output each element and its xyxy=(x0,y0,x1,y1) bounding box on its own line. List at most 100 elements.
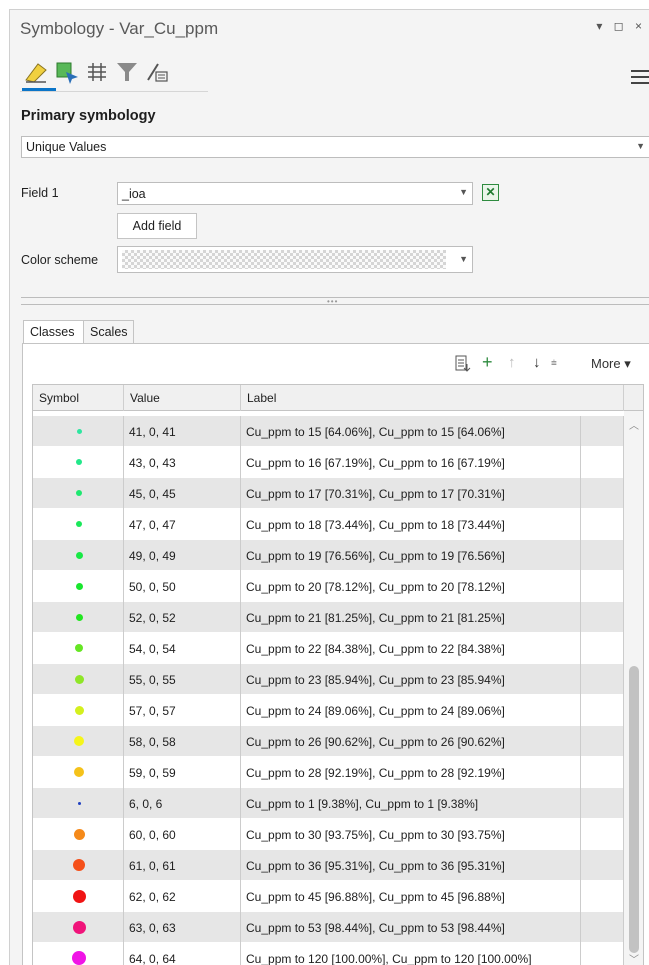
value-cell[interactable]: 57, 0, 57 xyxy=(124,695,241,726)
point-symbol-icon[interactable] xyxy=(76,521,82,527)
symbol-cell[interactable] xyxy=(33,571,124,602)
add-field-button[interactable]: Add field xyxy=(117,213,197,239)
move-down-icon[interactable]: ↓ xyxy=(533,354,541,371)
point-symbol-icon[interactable] xyxy=(76,459,82,465)
pane-splitter[interactable]: ••• xyxy=(21,297,649,306)
point-symbol-icon[interactable] xyxy=(74,736,84,746)
table-row[interactable]: 45, 0, 45 Cu_ppm to 17 [70.31%], Cu_ppm t… xyxy=(33,478,624,509)
value-cell[interactable]: 49, 0, 49 xyxy=(124,540,241,571)
label-cell[interactable]: Cu_ppm to 26 [90.62%], Cu_ppm to 26 [90.… xyxy=(241,726,581,757)
point-symbol-icon[interactable] xyxy=(76,428,82,434)
label-cell[interactable]: Cu_ppm to 22 [84.38%], Cu_ppm to 22 [84.… xyxy=(241,633,581,664)
menu-icon[interactable] xyxy=(631,70,649,84)
label-cell[interactable]: Cu_ppm to 30 [93.75%], Cu_ppm to 30 [93.… xyxy=(241,819,581,850)
symbol-layers-icon[interactable] xyxy=(84,60,110,84)
label-cell[interactable]: Cu_ppm to 24 [89.06%], Cu_ppm to 24 [89.… xyxy=(241,695,581,726)
scroll-up-icon[interactable]: ︿ xyxy=(629,417,639,432)
table-row[interactable]: 50, 0, 50 Cu_ppm to 20 [78.12%], Cu_ppm t… xyxy=(33,571,624,602)
table-row[interactable]: 49, 0, 49 Cu_ppm to 19 [76.56%], Cu_ppm t… xyxy=(33,540,624,571)
label-cell[interactable]: Cu_ppm to 120 [100.00%], Cu_ppm to 120 [… xyxy=(241,943,581,965)
value-cell[interactable]: 63, 0, 63 xyxy=(124,912,241,943)
symbol-cell[interactable] xyxy=(33,633,124,664)
label-cell[interactable]: Cu_ppm to 19 [76.56%], Cu_ppm to 19 [76.… xyxy=(241,540,581,571)
more-menu-button[interactable]: More ▾ xyxy=(591,356,631,372)
table-row[interactable]: 43, 0, 43 Cu_ppm to 16 [67.19%], Cu_ppm t… xyxy=(33,447,624,478)
table-row[interactable]: 55, 0, 55 Cu_ppm to 23 [85.94%], Cu_ppm t… xyxy=(33,664,624,695)
value-cell[interactable]: 61, 0, 61 xyxy=(124,850,241,881)
point-symbol-icon[interactable] xyxy=(75,551,83,559)
point-symbol-icon[interactable] xyxy=(75,644,83,652)
point-symbol-icon[interactable] xyxy=(75,582,83,590)
value-cell[interactable]: 43, 0, 43 xyxy=(124,447,241,478)
value-cell[interactable]: 41, 0, 41 xyxy=(124,416,241,447)
value-cell[interactable]: 50, 0, 50 xyxy=(124,571,241,602)
value-cell[interactable]: 62, 0, 62 xyxy=(124,881,241,912)
label-cell[interactable]: Cu_ppm to 20 [78.12%], Cu_ppm to 20 [78.… xyxy=(241,571,581,602)
vary-symbology-icon[interactable] xyxy=(54,60,80,84)
point-symbol-icon[interactable] xyxy=(74,674,84,684)
symbol-cell[interactable] xyxy=(33,726,124,757)
filter-icon[interactable] xyxy=(114,60,140,84)
label-cell[interactable]: Cu_ppm to 53 [98.44%], Cu_ppm to 53 [98.… xyxy=(241,912,581,943)
field1-dropdown[interactable]: _ioa ▼ xyxy=(117,182,473,205)
table-row[interactable]: 61, 0, 61 Cu_ppm to 36 [95.31%], Cu_ppm t… xyxy=(33,850,624,881)
label-cell[interactable]: Cu_ppm to 17 [70.31%], Cu_ppm to 17 [70.… xyxy=(241,478,581,509)
symbol-cell[interactable] xyxy=(33,695,124,726)
point-symbol-icon[interactable] xyxy=(72,889,86,903)
value-cell[interactable]: 6, 0, 6 xyxy=(124,788,241,819)
label-cell[interactable]: Cu_ppm to 15 [64.06%], Cu_ppm to 15 [64.… xyxy=(241,416,581,447)
symbol-column-header[interactable]: Symbol xyxy=(33,385,124,411)
symbol-cell[interactable] xyxy=(33,819,124,850)
symbology-method-dropdown[interactable]: Unique Values ▼ xyxy=(21,136,649,158)
point-symbol-icon[interactable] xyxy=(72,920,86,934)
value-cell[interactable]: 47, 0, 47 xyxy=(124,509,241,540)
table-row[interactable]: 54, 0, 54 Cu_ppm to 22 [84.38%], Cu_ppm t… xyxy=(33,633,624,664)
table-row[interactable]: 57, 0, 57 Cu_ppm to 24 [89.06%], Cu_ppm t… xyxy=(33,695,624,726)
label-cell[interactable]: Cu_ppm to 28 [92.19%], Cu_ppm to 28 [92.… xyxy=(241,757,581,788)
window-controls[interactable]: ▾ ◻ × xyxy=(596,19,646,33)
value-cell[interactable]: 64, 0, 64 xyxy=(124,943,241,965)
table-row[interactable]: 62, 0, 62 Cu_ppm to 45 [96.88%], Cu_ppm t… xyxy=(33,881,624,912)
point-symbol-icon[interactable] xyxy=(73,828,85,840)
symbol-cell[interactable] xyxy=(33,664,124,695)
vertical-scrollbar[interactable]: ︿ ﹀ xyxy=(624,411,643,965)
label-cell[interactable]: Cu_ppm to 16 [67.19%], Cu_ppm to 16 [67.… xyxy=(241,447,581,478)
table-row[interactable]: 52, 0, 52 Cu_ppm to 21 [81.25%], Cu_ppm t… xyxy=(33,602,624,633)
point-symbol-icon[interactable] xyxy=(74,767,84,777)
label-cell[interactable]: Cu_ppm to 23 [85.94%], Cu_ppm to 23 [85.… xyxy=(241,664,581,695)
symbol-cell[interactable] xyxy=(33,509,124,540)
symbol-cell[interactable] xyxy=(33,540,124,571)
point-symbol-icon[interactable] xyxy=(72,951,86,965)
symbol-cell[interactable] xyxy=(33,850,124,881)
table-row[interactable]: 60, 0, 60 Cu_ppm to 30 [93.75%], Cu_ppm t… xyxy=(33,819,624,850)
point-symbol-icon[interactable] xyxy=(74,705,84,715)
color-scheme-dropdown[interactable]: ▼ xyxy=(117,246,473,273)
sort-icon[interactable]: ⩧ xyxy=(551,358,557,369)
symbol-cell[interactable] xyxy=(33,788,124,819)
label-cell[interactable]: Cu_ppm to 1 [9.38%], Cu_ppm to 1 [9.38%] xyxy=(241,788,581,819)
table-row[interactable]: 64, 0, 64 Cu_ppm to 120 [100.00%], Cu_ppm… xyxy=(33,943,624,965)
symbol-cell[interactable] xyxy=(33,943,124,965)
point-symbol-icon[interactable] xyxy=(77,801,81,805)
move-up-icon[interactable]: ↑ xyxy=(508,354,516,371)
symbol-cell[interactable] xyxy=(33,757,124,788)
label-column-header[interactable]: Label xyxy=(241,385,624,411)
expression-icon[interactable]: ✕ xyxy=(482,184,499,201)
tab-classes[interactable]: Classes xyxy=(23,320,84,344)
table-row[interactable]: 58, 0, 58 Cu_ppm to 26 [90.62%], Cu_ppm t… xyxy=(33,726,624,757)
value-cell[interactable]: 60, 0, 60 xyxy=(124,819,241,850)
scrollbar-thumb[interactable] xyxy=(629,666,639,953)
value-cell[interactable]: 55, 0, 55 xyxy=(124,664,241,695)
label-cell[interactable]: Cu_ppm to 36 [95.31%], Cu_ppm to 36 [95.… xyxy=(241,850,581,881)
symbol-cell[interactable] xyxy=(33,478,124,509)
value-cell[interactable]: 54, 0, 54 xyxy=(124,633,241,664)
point-symbol-icon[interactable] xyxy=(75,613,83,621)
tab-scales[interactable]: Scales xyxy=(83,320,134,344)
symbol-cell[interactable] xyxy=(33,602,124,633)
point-symbol-icon[interactable] xyxy=(76,490,82,496)
symbol-cell[interactable] xyxy=(33,881,124,912)
table-row[interactable]: 63, 0, 63 Cu_ppm to 53 [98.44%], Cu_ppm t… xyxy=(33,912,624,943)
value-cell[interactable]: 52, 0, 52 xyxy=(124,602,241,633)
table-row[interactable]: 41, 0, 41 Cu_ppm to 15 [64.06%], Cu_ppm t… xyxy=(33,416,624,447)
label-cell[interactable]: Cu_ppm to 18 [73.44%], Cu_ppm to 18 [73.… xyxy=(241,509,581,540)
